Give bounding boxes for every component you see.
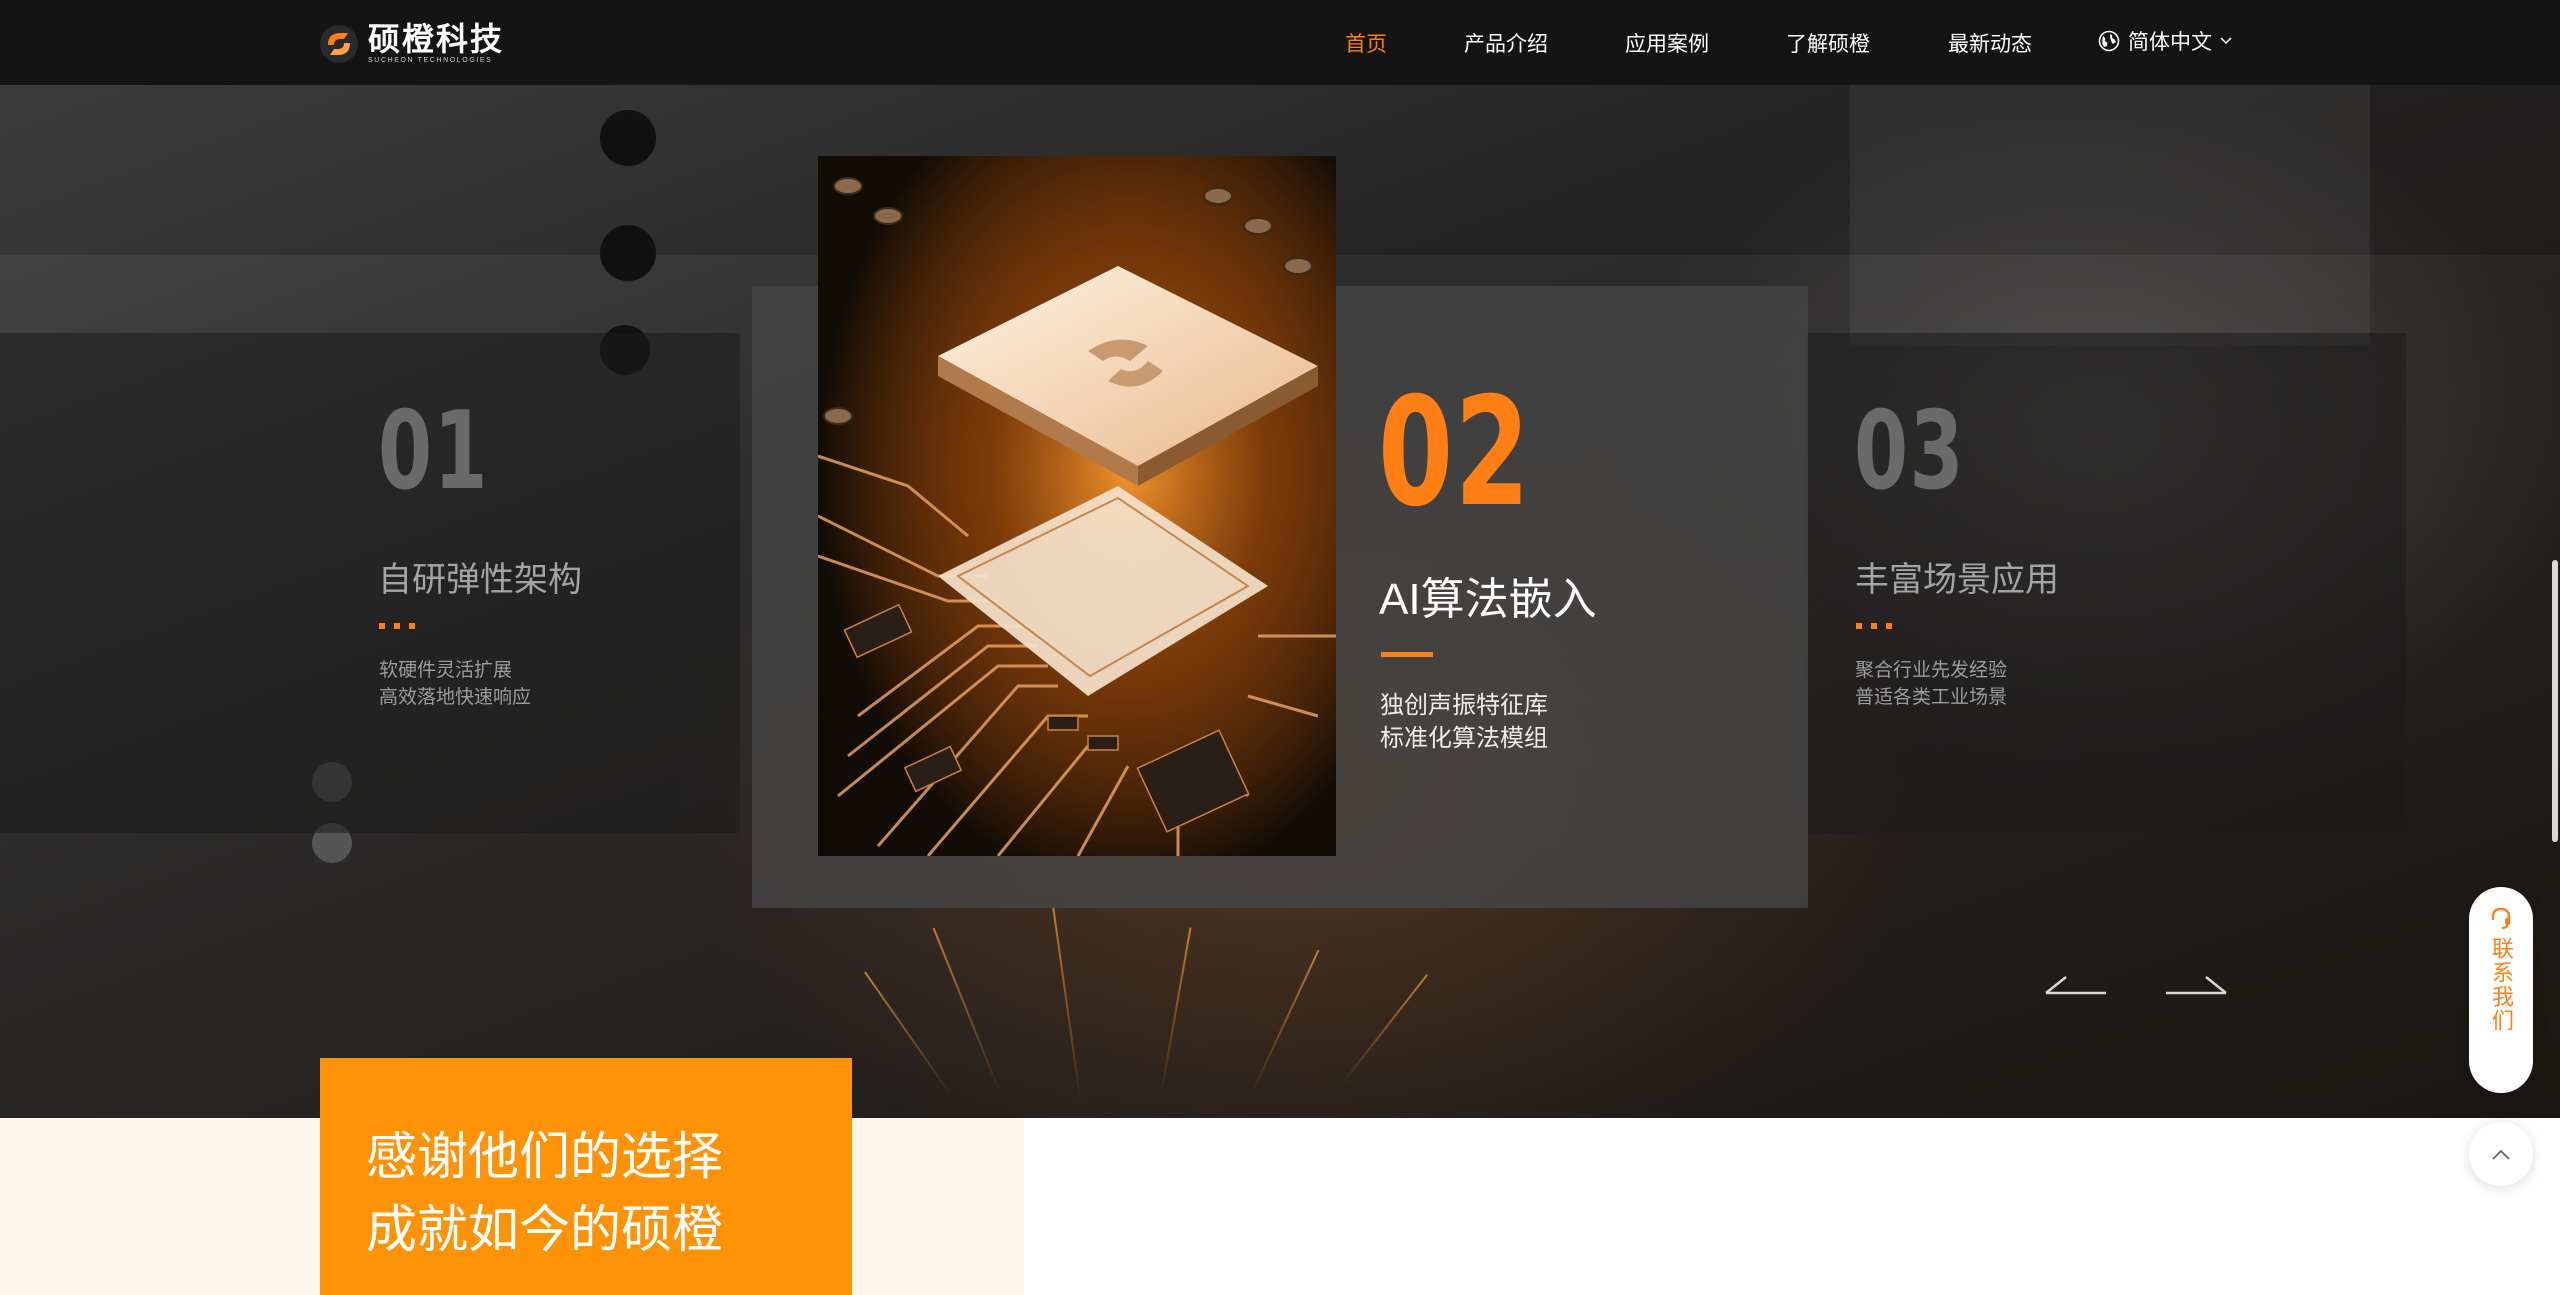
slide-title-03: 丰富场景应用 bbox=[1855, 561, 2059, 599]
slide-title-02: AI算法嵌入 bbox=[1379, 575, 1597, 624]
slide-title-01: 自研弹性架构 bbox=[378, 561, 582, 599]
nav-item-about[interactable]: 了解硕橙 bbox=[1786, 28, 1870, 58]
chip-image bbox=[818, 156, 1336, 856]
slide-number-02: 02 bbox=[1378, 366, 1532, 540]
arrow-right-icon[interactable] bbox=[2164, 969, 2228, 997]
spark bbox=[1250, 949, 1320, 1096]
circuit-chip-illustration bbox=[818, 156, 1336, 856]
globe-icon bbox=[2098, 30, 2120, 52]
clients-headline-line-1: 感谢他们的选择 bbox=[366, 1128, 724, 1185]
logo-text: 硕橙科技 SUCHEON TECHNOLOGIES bbox=[368, 22, 504, 66]
slide-desc-03: 聚合行业先发经验 普适各类工业场景 bbox=[1855, 657, 2007, 711]
scrollbar-thumb[interactable] bbox=[2552, 560, 2558, 842]
slide-dots-03 bbox=[1856, 623, 1892, 629]
nav-item-products[interactable]: 产品介绍 bbox=[1464, 28, 1548, 58]
nav-item-news[interactable]: 最新动态 bbox=[1948, 28, 2032, 58]
slide-desc-02: 独创声振特征库 标准化算法模组 bbox=[1380, 689, 1548, 755]
language-label: 简体中文 bbox=[2128, 31, 2212, 54]
slide-desc-line: 普适各类工业场景 bbox=[1855, 687, 2008, 708]
headset-icon bbox=[2491, 907, 2511, 929]
slide-number-03: 03 bbox=[1854, 389, 1966, 514]
slide-desc-line: 高效落地快速响应 bbox=[379, 687, 532, 708]
slide-desc-01: 软硬件灵活扩展 高效落地快速响应 bbox=[379, 657, 531, 711]
slide-desc-line: 标准化算法模组 bbox=[1380, 725, 1548, 752]
slide-desc-line: 独创声振特征库 bbox=[1380, 692, 1548, 719]
background-bolt bbox=[600, 225, 656, 281]
background-bolt bbox=[600, 110, 656, 166]
slide-dots-01 bbox=[379, 623, 415, 629]
back-to-top-button[interactable] bbox=[2469, 1122, 2533, 1186]
logo-english-name: SUCHEON TECHNOLOGIES bbox=[368, 57, 493, 64]
site-header: 硕橙科技 SUCHEON TECHNOLOGIES 首页 产品介绍 应用案例 了… bbox=[0, 0, 2560, 85]
nav-item-cases[interactable]: 应用案例 bbox=[1625, 28, 1709, 58]
spark bbox=[1052, 906, 1082, 1106]
arrow-left-icon[interactable] bbox=[2044, 969, 2108, 997]
chevron-down-icon bbox=[2220, 37, 2232, 45]
spark bbox=[1160, 927, 1192, 1096]
clients-headline-block: 感谢他们的选择 成就如今的硕橙 bbox=[320, 1058, 852, 1295]
background-panel bbox=[1850, 85, 2370, 345]
slide-number-01: 01 bbox=[378, 389, 490, 514]
feature-slider: 01 自研弹性架构 软硬件灵活扩展 高效落地快速响应 03 丰富场景应用 聚合行… bbox=[0, 85, 2560, 1118]
slide-desc-line: 聚合行业先发经验 bbox=[1855, 660, 2008, 681]
chevron-up-icon bbox=[2492, 1149, 2510, 1160]
spark bbox=[864, 971, 952, 1096]
spark bbox=[1340, 974, 1428, 1086]
spark bbox=[932, 927, 1002, 1096]
site-logo[interactable]: 硕橙科技 SUCHEON TECHNOLOGIES bbox=[318, 20, 504, 68]
slide-accent-bar bbox=[1381, 652, 1433, 657]
slide-desc-line: 软硬件灵活扩展 bbox=[379, 660, 513, 681]
logo-chinese-name: 硕橙科技 bbox=[368, 21, 505, 57]
slide-card-01[interactable] bbox=[0, 333, 740, 833]
logo-mark-icon bbox=[320, 25, 358, 63]
clients-headline-line-2: 成就如今的硕橙 bbox=[366, 1201, 724, 1258]
contact-us-button[interactable]: 联系我们 bbox=[2469, 887, 2533, 1093]
language-switcher[interactable]: 简体中文 bbox=[2098, 26, 2232, 56]
nav-item-home[interactable]: 首页 bbox=[1345, 28, 1387, 58]
contact-us-label: 联系我们 bbox=[2489, 937, 2514, 1033]
